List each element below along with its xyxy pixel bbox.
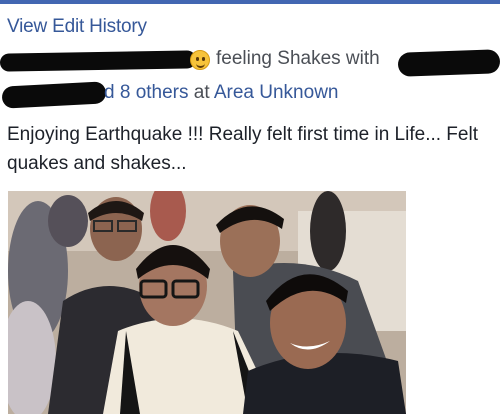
post-photo[interactable] (8, 191, 406, 414)
top-border (0, 0, 500, 4)
status-line-tagged: d 8 others at Area Unknown (0, 80, 500, 109)
redacted-tagged-friend-2 (1, 81, 107, 109)
with-word: with (340, 48, 380, 69)
redacted-tagged-friend (397, 49, 500, 77)
feeling-prefix: feeling (216, 48, 278, 69)
view-edit-history-link[interactable]: View Edit History (7, 16, 147, 38)
feeling-text: feeling Shakes with (216, 48, 380, 70)
feeling-value: Shakes (277, 48, 341, 69)
smile-emoji-icon (190, 50, 210, 70)
status-line-feeling: feeling Shakes with (0, 48, 500, 77)
tagged-others-text: d 8 others at Area Unknown (104, 82, 338, 104)
redacted-author-name (0, 50, 197, 72)
selfie-photo-illustration (8, 191, 406, 414)
at-word: at (188, 82, 214, 103)
others-link[interactable]: d 8 others (104, 82, 189, 103)
location-link[interactable]: Area Unknown (214, 82, 339, 103)
post-message: Enjoying Earthquake !!! Really felt firs… (7, 124, 478, 174)
